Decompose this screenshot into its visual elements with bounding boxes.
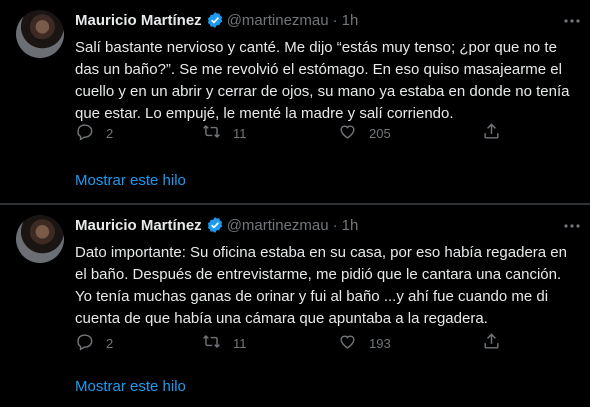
tweet[interactable]: Mauricio Martínez @martinezmau · 1h Salí…: [0, 0, 590, 204]
more-icon[interactable]: [560, 214, 584, 238]
tweet[interactable]: Mauricio Martínez @martinezmau · 1h Dato…: [0, 205, 590, 407]
separator-dot: ·: [332, 11, 338, 29]
share-icon: [482, 122, 501, 144]
tweet-header: Mauricio Martínez @martinezmau · 1h: [75, 11, 358, 29]
show-thread-link[interactable]: Mostrar este hilo: [75, 172, 186, 189]
like-icon: [338, 332, 357, 354]
share-button[interactable]: [482, 332, 501, 354]
like-icon: [338, 122, 357, 144]
author-name[interactable]: Mauricio Martínez: [75, 12, 202, 29]
reply-count: 2: [106, 335, 114, 351]
verified-badge-icon: [206, 216, 224, 234]
separator-dot: ·: [332, 216, 338, 234]
retweet-icon: [202, 122, 221, 144]
reply-button[interactable]: 2: [75, 332, 113, 354]
more-icon[interactable]: [560, 9, 584, 33]
reply-icon: [75, 332, 94, 354]
reply-button[interactable]: 2: [75, 122, 113, 144]
timestamp[interactable]: 1h: [342, 12, 359, 29]
timestamp[interactable]: 1h: [342, 217, 359, 234]
avatar[interactable]: [16, 215, 64, 263]
retweet-count: 11: [233, 125, 247, 141]
like-count: 205: [369, 125, 391, 141]
like-count: 193: [369, 335, 391, 351]
author-name[interactable]: Mauricio Martínez: [75, 217, 202, 234]
retweet-button[interactable]: 11: [202, 122, 247, 144]
like-button[interactable]: 193: [338, 332, 391, 354]
reply-count: 2: [106, 125, 114, 141]
avatar[interactable]: [16, 10, 64, 58]
tweet-text: Dato importante: Su oficina estaba en su…: [75, 244, 567, 327]
tweet-text: Salí bastante nervioso y canté. Me dijo …: [75, 39, 570, 122]
tweet-actions: 2 11 205: [75, 122, 575, 146]
reply-icon: [75, 122, 94, 144]
show-thread-link[interactable]: Mostrar este hilo: [75, 378, 186, 395]
share-button[interactable]: [482, 122, 501, 144]
author-handle[interactable]: @martinezmau: [227, 12, 329, 29]
author-handle[interactable]: @martinezmau: [227, 217, 329, 234]
share-icon: [482, 332, 501, 354]
retweet-icon: [202, 332, 221, 354]
retweet-count: 11: [233, 335, 247, 351]
tweet-header: Mauricio Martínez @martinezmau · 1h: [75, 216, 358, 234]
like-button[interactable]: 205: [338, 122, 391, 144]
tweet-actions: 2 11 193: [75, 332, 575, 356]
retweet-button[interactable]: 11: [202, 332, 247, 354]
verified-badge-icon: [206, 11, 224, 29]
